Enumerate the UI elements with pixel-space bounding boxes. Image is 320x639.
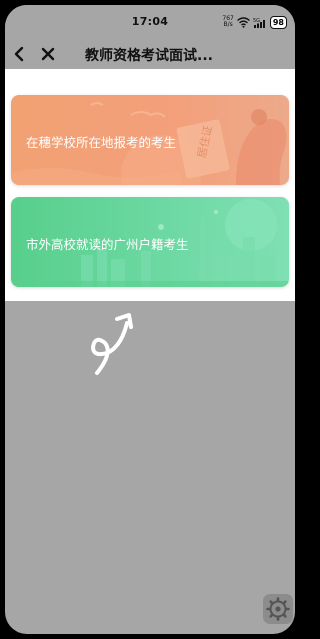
swipe-gesture-icon (91, 313, 133, 375)
card-guangzhou-hukou-candidates[interactable]: 市外高校就读的广州户籍考生 (11, 197, 289, 287)
main-content: 居住证 在穗学校所在地报考的考生 市外高校就读的广州户籍考生 (5, 69, 295, 301)
phone-frame: 17:04 767 B/s 5G 98 教师资格考试面试... 居住证 在穗学校… (0, 0, 300, 639)
net-speed: 767 B/s (222, 16, 233, 28)
status-bar: 17:04 767 B/s 5G 98 (5, 5, 295, 39)
card-label: 在穗学校所在地报考的考生 (26, 135, 177, 150)
close-icon[interactable] (39, 45, 57, 63)
battery-icon: 98 (269, 15, 287, 29)
svg-text:5G: 5G (253, 18, 260, 24)
signal-5g-icon: 5G (253, 18, 265, 28)
settings-gear-icon (266, 597, 290, 621)
net-speed-unit: B/s (223, 21, 233, 28)
back-arrow-icon[interactable] (11, 45, 29, 63)
screen: 17:04 767 B/s 5G 98 教师资格考试面试... 居住证 在穗学校… (5, 5, 295, 634)
page-title: 教师资格考试面试... (85, 48, 213, 64)
card-local-school-candidates[interactable]: 居住证 在穗学校所在地报考的考生 (11, 95, 289, 185)
nav-bar: 教师资格考试面试... (5, 39, 295, 69)
floating-settings-button[interactable] (263, 594, 293, 624)
status-icons: 767 B/s 5G 98 (222, 15, 287, 29)
wifi-icon (236, 16, 250, 28)
card-label: 市外高校就读的广州户籍考生 (26, 237, 189, 252)
